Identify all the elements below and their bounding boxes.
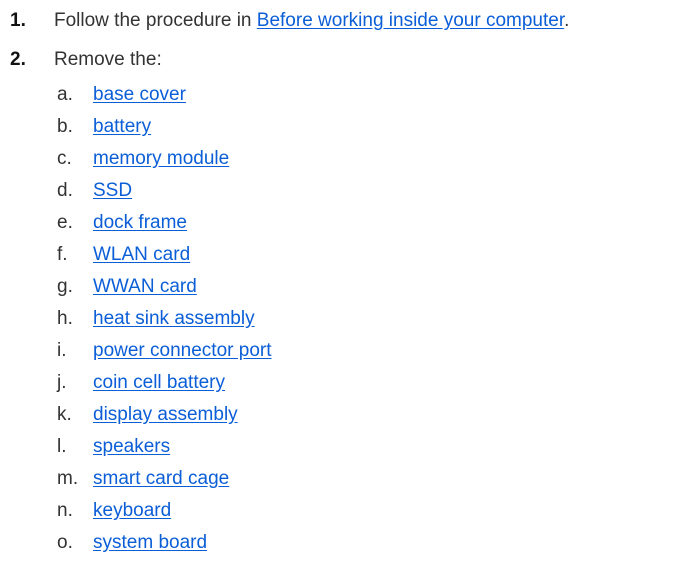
list-item-letter: i. xyxy=(57,340,67,361)
list-item-letter: f. xyxy=(57,244,68,265)
list-item-letter: e. xyxy=(57,212,73,233)
keyboard-link[interactable]: keyboard xyxy=(93,500,171,522)
coin-cell-battery-link[interactable]: coin cell battery xyxy=(93,372,225,394)
list-item-letter: o. xyxy=(57,532,73,553)
step-text: Follow the procedure in Before working i… xyxy=(54,10,569,32)
heat-sink-assembly-link[interactable]: heat sink assembly xyxy=(93,308,255,330)
step-text: Remove the: xyxy=(54,49,162,70)
list-item-letter: h. xyxy=(57,308,73,329)
wlan-card-link[interactable]: WLAN card xyxy=(93,244,190,266)
list-item-letter: a. xyxy=(57,84,73,105)
smart-card-cage-link[interactable]: smart card cage xyxy=(93,468,229,490)
list-item-letter: m. xyxy=(57,468,79,489)
display-assembly-link[interactable]: display assembly xyxy=(93,404,238,426)
list-item-letter: j. xyxy=(57,372,67,393)
system-board-link[interactable]: system board xyxy=(93,532,207,554)
dock-frame-link[interactable]: dock frame xyxy=(93,212,187,234)
step-text-before: Follow the procedure in xyxy=(54,10,257,31)
step-number: 1. xyxy=(10,10,26,31)
step-text-after: . xyxy=(564,10,570,31)
list-item-letter: n. xyxy=(57,500,73,521)
power-connector-port-link[interactable]: power connector port xyxy=(93,340,272,362)
list-item-letter: g. xyxy=(57,276,73,297)
wwan-card-link[interactable]: WWAN card xyxy=(93,276,197,298)
before-working-link[interactable]: Before working inside your computer xyxy=(257,10,564,31)
list-item-letter: d. xyxy=(57,180,73,201)
list-item-letter: l. xyxy=(57,436,67,457)
base-cover-link[interactable]: base cover xyxy=(93,84,186,106)
list-item-letter: k. xyxy=(57,404,72,425)
ssd-link[interactable]: SSD xyxy=(93,180,132,202)
battery-link[interactable]: battery xyxy=(93,116,151,138)
speakers-link[interactable]: speakers xyxy=(93,436,170,458)
memory-module-link[interactable]: memory module xyxy=(93,148,229,170)
list-item-letter: c. xyxy=(57,148,72,169)
list-item-letter: b. xyxy=(57,116,73,137)
step-number: 2. xyxy=(10,49,26,70)
